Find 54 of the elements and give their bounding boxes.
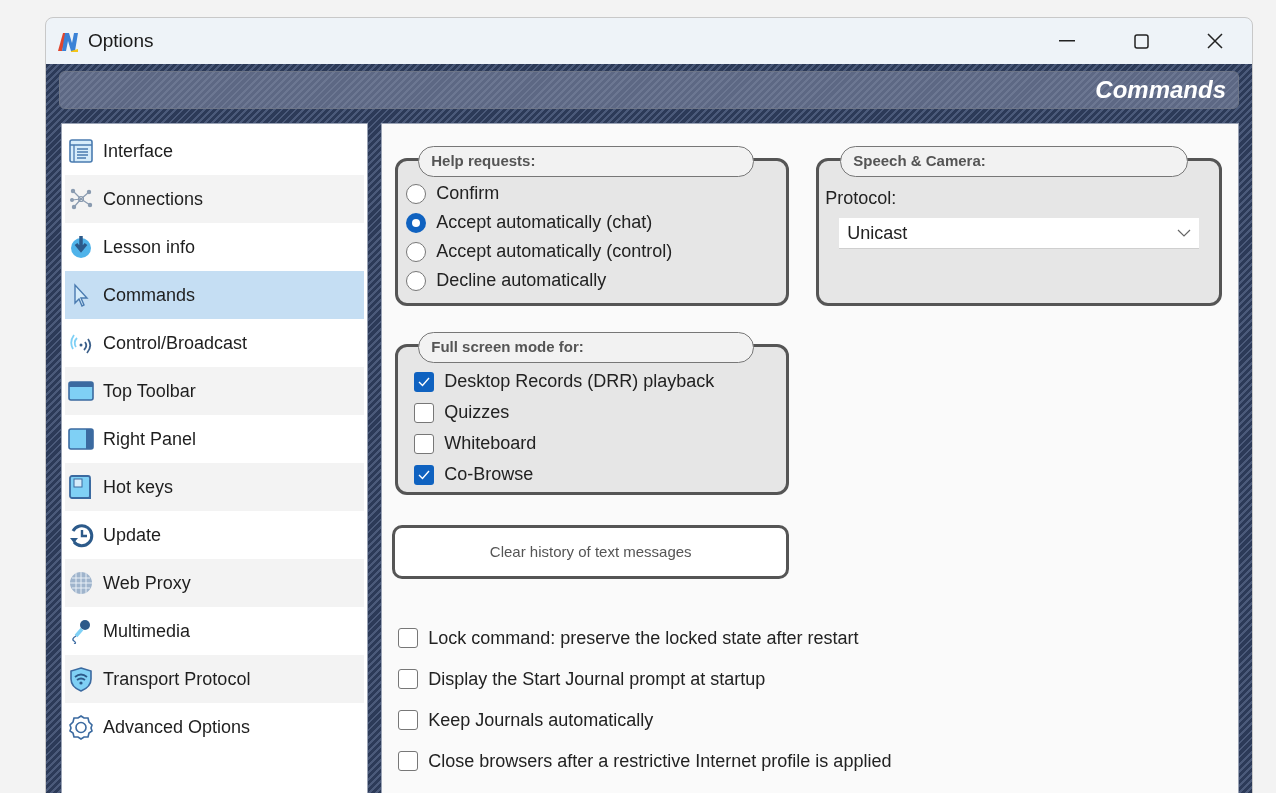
checkbox-label: Desktop Records (DRR) playback [444, 370, 715, 393]
minimize-icon [1059, 40, 1075, 42]
toolbar-window-icon [68, 378, 94, 404]
radio-button[interactable] [406, 183, 427, 204]
sidebar-item[interactable]: Hot keys [65, 463, 365, 511]
globe-icon [68, 570, 94, 596]
group-legend: Speech & Camera: [840, 146, 1189, 177]
sidebar-item[interactable]: Commands [65, 271, 365, 319]
checkbox-label: Whiteboard [444, 432, 537, 455]
radio-button[interactable] [406, 270, 427, 291]
checkmark-icon [418, 469, 431, 480]
clock-refresh-icon [68, 522, 94, 548]
checkbox-label: Keep Journals automatically [428, 708, 654, 732]
gear-icon [68, 714, 94, 740]
list-window-icon [68, 138, 94, 164]
side-panel-icon [68, 426, 94, 452]
group-legend: Full screen mode for: [418, 332, 755, 363]
window-title: Options [88, 28, 154, 53]
close-icon [1207, 33, 1223, 49]
radio-option[interactable]: Decline automatically [406, 268, 787, 293]
checkbox[interactable] [398, 669, 419, 689]
sidebar-item[interactable]: Top Toolbar [65, 367, 365, 415]
page-heading: Commands [1095, 75, 1226, 105]
checkbox-label: Quizzes [444, 401, 510, 424]
protocol-label: Protocol: [825, 187, 898, 210]
clear-history-button[interactable]: Clear history of text messages [392, 525, 790, 579]
checkbox[interactable] [414, 464, 435, 485]
radio-button[interactable] [406, 241, 427, 262]
protocol-dropdown[interactable]: Unicast [839, 218, 1200, 249]
checkbox[interactable] [414, 371, 435, 392]
group-legend: Help requests: [418, 146, 755, 177]
checkbox-label: Co-Browse [444, 463, 534, 486]
sidebar-item[interactable]: Connections [65, 175, 365, 223]
checkbox[interactable] [414, 433, 435, 454]
checkbox[interactable] [398, 710, 419, 730]
network-nodes-icon [68, 186, 94, 212]
checkbox[interactable] [414, 402, 435, 423]
sidebar-item[interactable]: Transport Protocol [65, 655, 365, 703]
maximize-icon [1133, 33, 1149, 49]
shield-wifi-icon [68, 666, 94, 692]
radio-option[interactable]: Confirm [406, 181, 787, 206]
checkbox[interactable] [398, 628, 419, 648]
checkbox-label: Display the Start Journal prompt at startup [428, 667, 766, 691]
sidebar-item[interactable]: Web Proxy [65, 559, 365, 607]
radio-button[interactable] [406, 212, 427, 233]
radio-option[interactable]: Accept automatically (chat) [406, 210, 787, 235]
checkbox-label: Lock command: preserve the locked state after restart [428, 626, 859, 650]
radio-option[interactable]: Accept automatically (control) [406, 239, 787, 264]
checkmark-icon [418, 376, 431, 387]
checkbox-label: Close browsers after a restrictive Internet profile is applied [428, 749, 892, 773]
keyboard-book-icon [68, 474, 94, 500]
download-circle-icon [68, 234, 94, 260]
chevron-down-icon [1177, 229, 1192, 237]
checkbox[interactable] [398, 751, 419, 771]
